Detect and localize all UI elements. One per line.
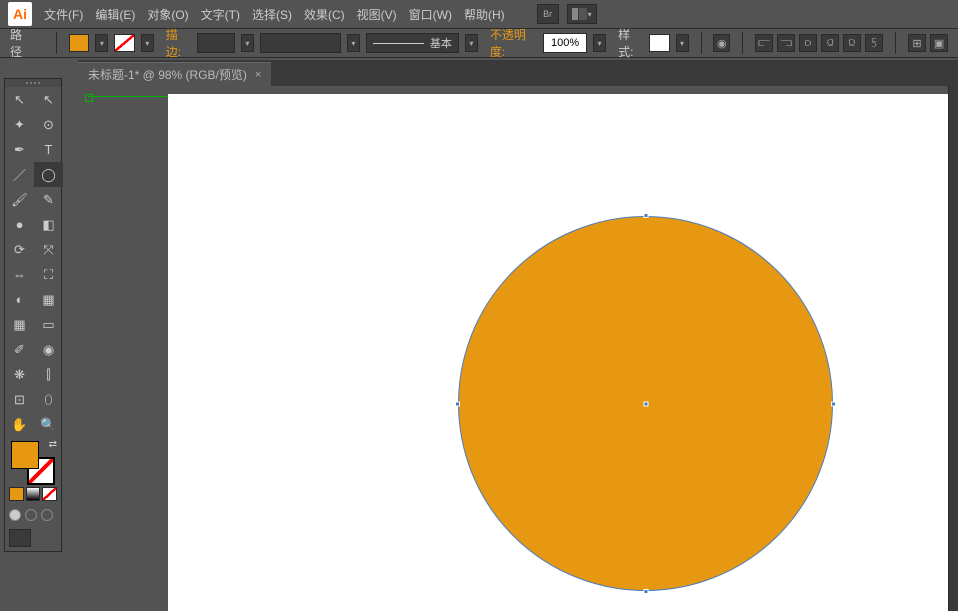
shape-builder-tool[interactable]: ◐	[5, 287, 34, 312]
artboard[interactable]	[168, 94, 958, 611]
pen-tool[interactable]: ✒	[5, 137, 34, 162]
direct-selection-tool[interactable]: ↖	[34, 87, 63, 112]
blend-tool[interactable]: ◉	[34, 337, 63, 362]
pencil-tool[interactable]: ✎	[34, 187, 63, 212]
free-transform-tool[interactable]: ⛶	[34, 262, 63, 287]
align-top-icon[interactable]: ⫑	[821, 34, 839, 52]
color-mode-none[interactable]	[42, 487, 57, 501]
mesh-tool[interactable]: ▦	[5, 312, 34, 337]
ellipse-shape[interactable]	[458, 216, 833, 591]
draw-modes	[5, 505, 61, 525]
hand-tool[interactable]: ✋	[5, 412, 34, 437]
divider	[895, 32, 896, 54]
divider	[56, 32, 57, 54]
magic-wand-tool[interactable]: ✦	[5, 112, 34, 137]
symbol-sprayer-tool[interactable]: ❋	[5, 362, 34, 387]
divider	[742, 32, 743, 54]
brush-select[interactable]: 基本	[366, 33, 459, 53]
perspective-grid-tool[interactable]: ▦	[34, 287, 63, 312]
artboard-tool[interactable]: ⊡	[5, 387, 34, 412]
stroke-dropdown[interactable]: ▾	[141, 34, 154, 52]
align-center-h-icon[interactable]: ⫎	[777, 34, 795, 52]
line-tool[interactable]: ／	[5, 162, 34, 187]
brush-name: 基本	[430, 35, 452, 51]
graphic-style-swatch[interactable]	[649, 34, 669, 52]
color-mode-fill[interactable]	[9, 487, 24, 501]
opacity-input[interactable]	[543, 33, 587, 53]
lasso-tool[interactable]: ⊙	[34, 112, 63, 137]
menu-edit[interactable]: 编辑(E)	[95, 6, 135, 23]
menu-select[interactable]: 选择(S)	[252, 6, 292, 23]
column-graph-tool[interactable]: ⫿	[34, 362, 63, 387]
menu-window[interactable]: 窗口(W)	[409, 6, 452, 23]
align-group: ⫍ ⫎ ⫐ ⫑ ⫒ ⫓	[755, 34, 883, 52]
context-label: 路径	[10, 26, 32, 60]
app-logo: Ai	[8, 2, 32, 26]
menu-type[interactable]: 文字(T)	[201, 6, 240, 23]
stroke-profile-dropdown[interactable]: ▾	[347, 34, 360, 52]
color-mode-gradient[interactable]	[26, 487, 41, 501]
opacity-label: 不透明度:	[490, 26, 537, 60]
stroke-weight-input[interactable]	[197, 33, 235, 53]
align-bottom-icon[interactable]: ⫓	[865, 34, 883, 52]
menu-file[interactable]: 文件(F)	[44, 6, 83, 23]
brush-preview-icon	[373, 43, 424, 44]
align-left-icon[interactable]: ⫍	[755, 34, 773, 52]
eyedropper-tool[interactable]: ✐	[5, 337, 34, 362]
document-title: 未标题-1* @ 98% (RGB/预览)	[88, 66, 247, 83]
rotate-tool[interactable]: ⟳	[5, 237, 34, 262]
draw-inside[interactable]	[41, 509, 53, 521]
bridge-button[interactable]: Br	[537, 4, 559, 24]
right-panel-dock[interactable]	[948, 86, 958, 611]
gradient-tool[interactable]: ▭	[34, 312, 63, 337]
brush-dropdown[interactable]: ▾	[465, 34, 478, 52]
transform-icon[interactable]: ⊞	[908, 34, 926, 52]
blob-brush-tool[interactable]: ●	[5, 212, 34, 237]
color-mode-row	[5, 487, 61, 505]
zoom-tool[interactable]: 🔍	[34, 412, 63, 437]
paintbrush-tool[interactable]: 🖌	[5, 187, 34, 212]
eraser-tool[interactable]: ◧	[34, 212, 63, 237]
screen-mode[interactable]	[5, 525, 61, 551]
swap-colors-icon[interactable]: ⇄	[49, 439, 57, 450]
document-tab[interactable]: 未标题-1* @ 98% (RGB/预览) ×	[78, 62, 271, 86]
fill-swatch[interactable]	[69, 34, 89, 52]
stroke-weight-dropdown[interactable]: ▾	[241, 34, 254, 52]
align-right-icon[interactable]: ⫐	[799, 34, 817, 52]
menu-view[interactable]: 视图(V)	[357, 6, 397, 23]
color-section: ⇄	[5, 437, 61, 487]
opacity-dropdown[interactable]: ▾	[593, 34, 606, 52]
divider	[701, 32, 702, 54]
menu-effect[interactable]: 效果(C)	[304, 6, 345, 23]
menu-help[interactable]: 帮助(H)	[464, 6, 505, 23]
selection-tool[interactable]: ↖	[5, 87, 34, 112]
fill-color-swatch[interactable]	[11, 441, 39, 469]
stroke-swatch[interactable]	[114, 34, 134, 52]
style-label: 样式:	[618, 26, 643, 60]
isolate-icon[interactable]: ▣	[930, 34, 948, 52]
ellipse-tool[interactable]: ◯	[34, 162, 63, 187]
recolor-artwork-icon[interactable]: ◉	[713, 34, 730, 52]
width-tool[interactable]: ⇔	[5, 262, 34, 287]
menubar: Ai 文件(F) 编辑(E) 对象(O) 文字(T) 选择(S) 效果(C) 视…	[0, 0, 958, 28]
draw-normal[interactable]	[9, 509, 21, 521]
style-dropdown[interactable]: ▾	[676, 34, 689, 52]
toolbox-grip[interactable]	[5, 79, 61, 87]
transform-group: ⊞ ▣	[908, 34, 948, 52]
menu-object[interactable]: 对象(O)	[147, 6, 188, 23]
stroke-profile-select[interactable]	[260, 33, 341, 53]
toolbox: ↖↖✦⊙✒T／◯🖌✎●◧⟳⤧⇔⛶◐▦▦▭✐◉❋⫿⊡⬯✋🔍 ⇄	[4, 78, 62, 552]
type-tool[interactable]: T	[34, 137, 63, 162]
stroke-label: 描边:	[166, 26, 191, 60]
slice-tool[interactable]: ⬯	[34, 387, 63, 412]
draw-behind[interactable]	[25, 509, 37, 521]
align-middle-v-icon[interactable]: ⫒	[843, 34, 861, 52]
fill-dropdown[interactable]: ▾	[95, 34, 108, 52]
workspace-switcher[interactable]: ▾	[567, 4, 597, 24]
document-tab-bar: 未标题-1* @ 98% (RGB/预览) ×	[78, 60, 958, 86]
scale-tool[interactable]: ⤧	[34, 237, 63, 262]
canvas-area[interactable]	[78, 86, 958, 611]
close-icon[interactable]: ×	[255, 69, 261, 81]
options-bar: 路径 ▾ ▾ 描边: ▾ ▾ 基本 ▾ 不透明度: ▾ 样式: ▾ ◉ ⫍ ⫎ …	[0, 28, 958, 58]
